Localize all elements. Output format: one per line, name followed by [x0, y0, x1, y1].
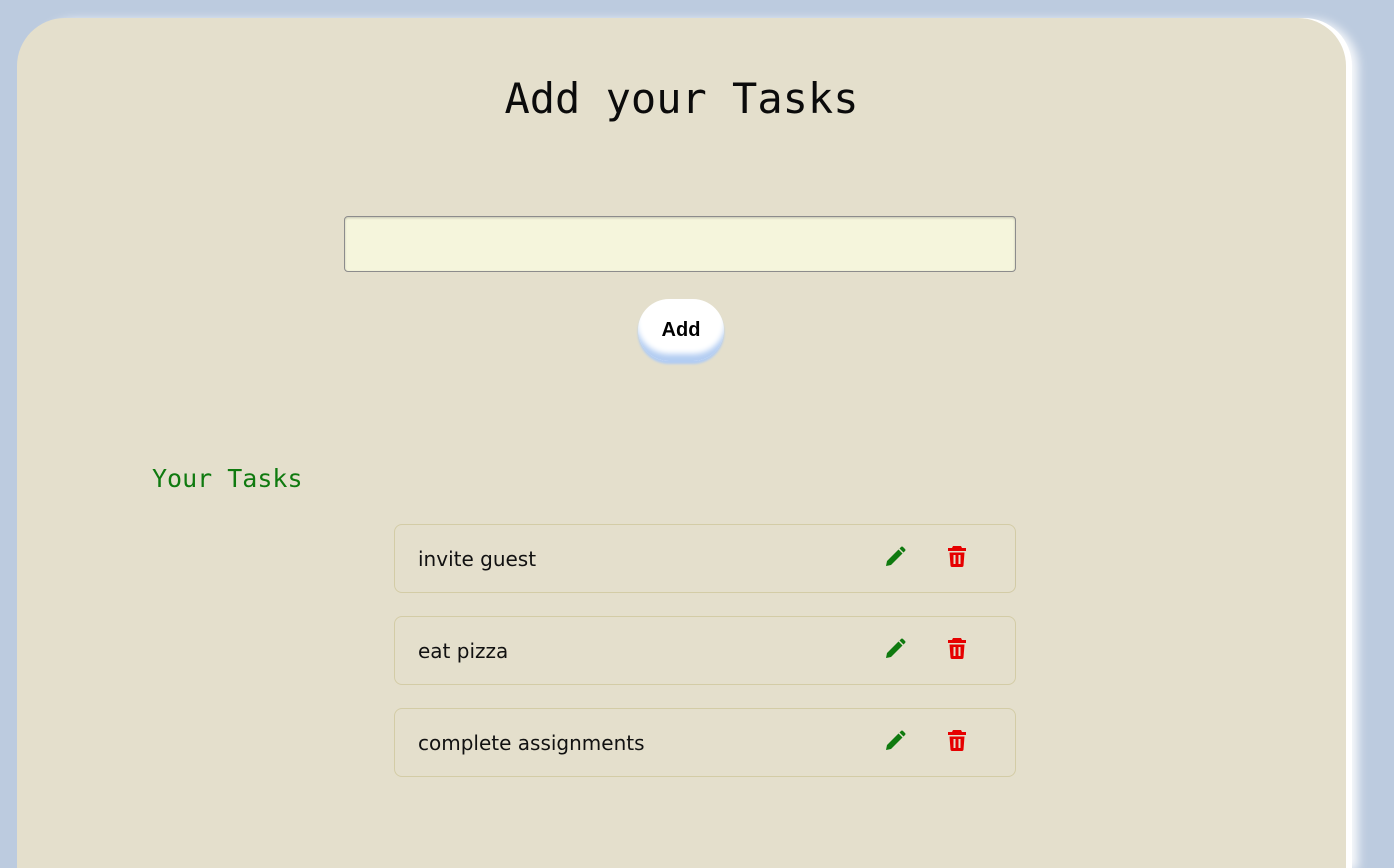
trash-icon[interactable]	[945, 544, 969, 568]
trash-icon[interactable]	[945, 636, 969, 660]
todo-card: Add your Tasks Add Your Tasks invite gue…	[17, 18, 1346, 868]
task-list: invite guest eat pizza complete assignme…	[394, 524, 1016, 800]
pencil-icon[interactable]	[883, 545, 907, 569]
add-button[interactable]: Add	[638, 299, 724, 361]
task-input[interactable]	[344, 216, 1016, 272]
tasks-section-title: Your Tasks	[152, 464, 303, 493]
pencil-icon[interactable]	[883, 637, 907, 661]
task-item: complete assignments	[394, 708, 1016, 777]
page-title: Add your Tasks	[504, 74, 859, 123]
trash-icon[interactable]	[945, 728, 969, 752]
task-text: complete assignments	[418, 730, 645, 755]
pencil-icon[interactable]	[883, 729, 907, 753]
task-item: invite guest	[394, 524, 1016, 593]
task-item: eat pizza	[394, 616, 1016, 685]
task-text: invite guest	[418, 546, 537, 571]
task-text: eat pizza	[418, 638, 509, 663]
